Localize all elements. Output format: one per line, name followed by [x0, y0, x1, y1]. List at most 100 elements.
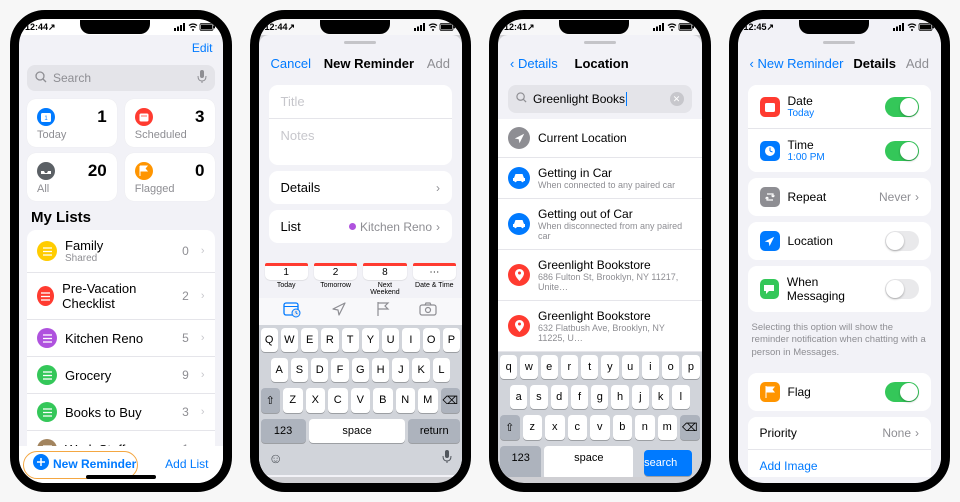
add-list-button[interactable]: Add List [165, 457, 208, 471]
card-all[interactable]: 20 All [27, 153, 117, 201]
home-indicator[interactable] [86, 475, 156, 479]
messaging-toggle[interactable] [885, 279, 919, 299]
key[interactable]: F [331, 358, 348, 382]
key[interactable]: g [591, 385, 608, 409]
key[interactable]: t [581, 355, 598, 379]
key-123[interactable]: 123 [500, 446, 541, 477]
key[interactable]: d [551, 385, 568, 409]
title-input[interactable]: Title [269, 85, 453, 119]
grabber[interactable] [823, 41, 855, 44]
back-button[interactable]: ‹ New Reminder [750, 56, 844, 71]
list-row[interactable]: Pre-Vacation Checklist2› [27, 273, 215, 320]
key[interactable]: M [418, 388, 438, 413]
keyboard[interactable]: qwertyuiop asdfghjkl ⇧zxcvbnm⌫ 123 space… [498, 352, 702, 477]
key-backspace[interactable]: ⌫ [680, 415, 700, 440]
key[interactable]: u [622, 355, 639, 379]
card-today[interactable]: 11 Today [27, 99, 117, 147]
repeat-cell[interactable]: Repeat Never› [748, 178, 932, 216]
key[interactable]: v [590, 415, 610, 440]
key-backspace[interactable]: ⌫ [441, 388, 461, 413]
quick-date-option[interactable]: 8Next Weekend [363, 263, 406, 296]
details-row[interactable]: Details › [269, 171, 453, 204]
search-field[interactable]: Search [27, 65, 215, 91]
add-button[interactable]: Add [906, 56, 929, 71]
key[interactable]: Q [261, 328, 278, 352]
key[interactable]: p [682, 355, 699, 379]
card-scheduled[interactable]: 3 Scheduled [125, 99, 215, 147]
key[interactable]: q [500, 355, 517, 379]
key[interactable]: l [672, 385, 689, 409]
grabber[interactable] [584, 41, 616, 44]
key[interactable]: L [433, 358, 450, 382]
location-search-field[interactable]: Greenlight Books ✕ [508, 85, 692, 113]
flag-cell[interactable]: Flag [748, 373, 932, 411]
quick-date-option[interactable]: 1Today [265, 263, 308, 296]
key[interactable]: o [662, 355, 679, 379]
grabber[interactable] [344, 41, 376, 44]
key[interactable]: w [520, 355, 537, 379]
key[interactable]: n [635, 415, 655, 440]
key[interactable]: x [545, 415, 565, 440]
cancel-button[interactable]: Cancel [271, 56, 311, 71]
key[interactable]: j [632, 385, 649, 409]
emoji-icon[interactable]: ☺ [269, 450, 283, 467]
card-flagged[interactable]: 0 Flagged [125, 153, 215, 201]
key[interactable]: R [321, 328, 338, 352]
key[interactable]: Y [362, 328, 379, 352]
key[interactable]: c [568, 415, 588, 440]
key[interactable]: f [571, 385, 588, 409]
date-cell[interactable]: DateToday [748, 85, 932, 129]
key[interactable]: I [402, 328, 419, 352]
quick-date-option[interactable]: ⋯Date & Time [413, 263, 456, 296]
list-row[interactable]: Grocery9› [27, 357, 215, 394]
key[interactable]: X [306, 388, 326, 413]
key-space[interactable]: space [544, 446, 633, 477]
key[interactable]: A [271, 358, 288, 382]
key[interactable]: y [601, 355, 618, 379]
list-row[interactable]: Kitchen Reno5› [27, 320, 215, 357]
key[interactable]: V [351, 388, 371, 413]
key[interactable]: a [510, 385, 527, 409]
key[interactable]: s [530, 385, 547, 409]
list-row[interactable]: FamilyShared0› [27, 230, 215, 273]
list-row[interactable]: List Kitchen Reno› [269, 210, 453, 243]
key[interactable]: e [541, 355, 558, 379]
clear-search-icon[interactable]: ✕ [670, 92, 684, 106]
key[interactable]: U [382, 328, 399, 352]
dictate-icon[interactable] [197, 70, 207, 87]
messaging-cell[interactable]: When Messaging [748, 266, 932, 312]
location-action-icon[interactable] [332, 302, 346, 319]
back-button[interactable]: ‹ Details [510, 56, 558, 71]
key[interactable]: H [372, 358, 389, 382]
key[interactable]: Z [283, 388, 303, 413]
key[interactable]: i [642, 355, 659, 379]
location-result-row[interactable]: Current Location [498, 119, 702, 158]
new-reminder-button[interactable]: New Reminder [33, 454, 136, 473]
list-row[interactable]: Books to Buy3› [27, 394, 215, 431]
edit-button[interactable]: Edit [192, 41, 213, 55]
key-123[interactable]: 123 [261, 419, 306, 443]
key[interactable]: k [652, 385, 669, 409]
key[interactable]: P [443, 328, 460, 352]
key-shift[interactable]: ⇧ [261, 388, 281, 413]
add-image-cell[interactable]: Add Image [748, 450, 932, 477]
key[interactable]: T [342, 328, 359, 352]
key[interactable]: m [658, 415, 678, 440]
key[interactable]: C [328, 388, 348, 413]
add-button[interactable]: Add [427, 56, 450, 71]
key[interactable]: r [561, 355, 578, 379]
notes-input[interactable]: Notes [269, 119, 453, 165]
key-return[interactable]: return [408, 419, 460, 443]
time-toggle[interactable] [885, 141, 919, 161]
key[interactable]: K [412, 358, 429, 382]
location-cell[interactable]: Location [748, 222, 932, 260]
quick-date-option[interactable]: 2Tomorrow [314, 263, 357, 296]
location-toggle[interactable] [885, 231, 919, 251]
location-result-row[interactable]: Getting out of CarWhen disconnected from… [498, 199, 702, 250]
key[interactable]: O [423, 328, 440, 352]
key[interactable]: E [301, 328, 318, 352]
key-space[interactable]: space [309, 419, 406, 443]
calendar-action-icon[interactable] [284, 302, 300, 319]
key[interactable]: h [611, 385, 628, 409]
key[interactable]: N [396, 388, 416, 413]
